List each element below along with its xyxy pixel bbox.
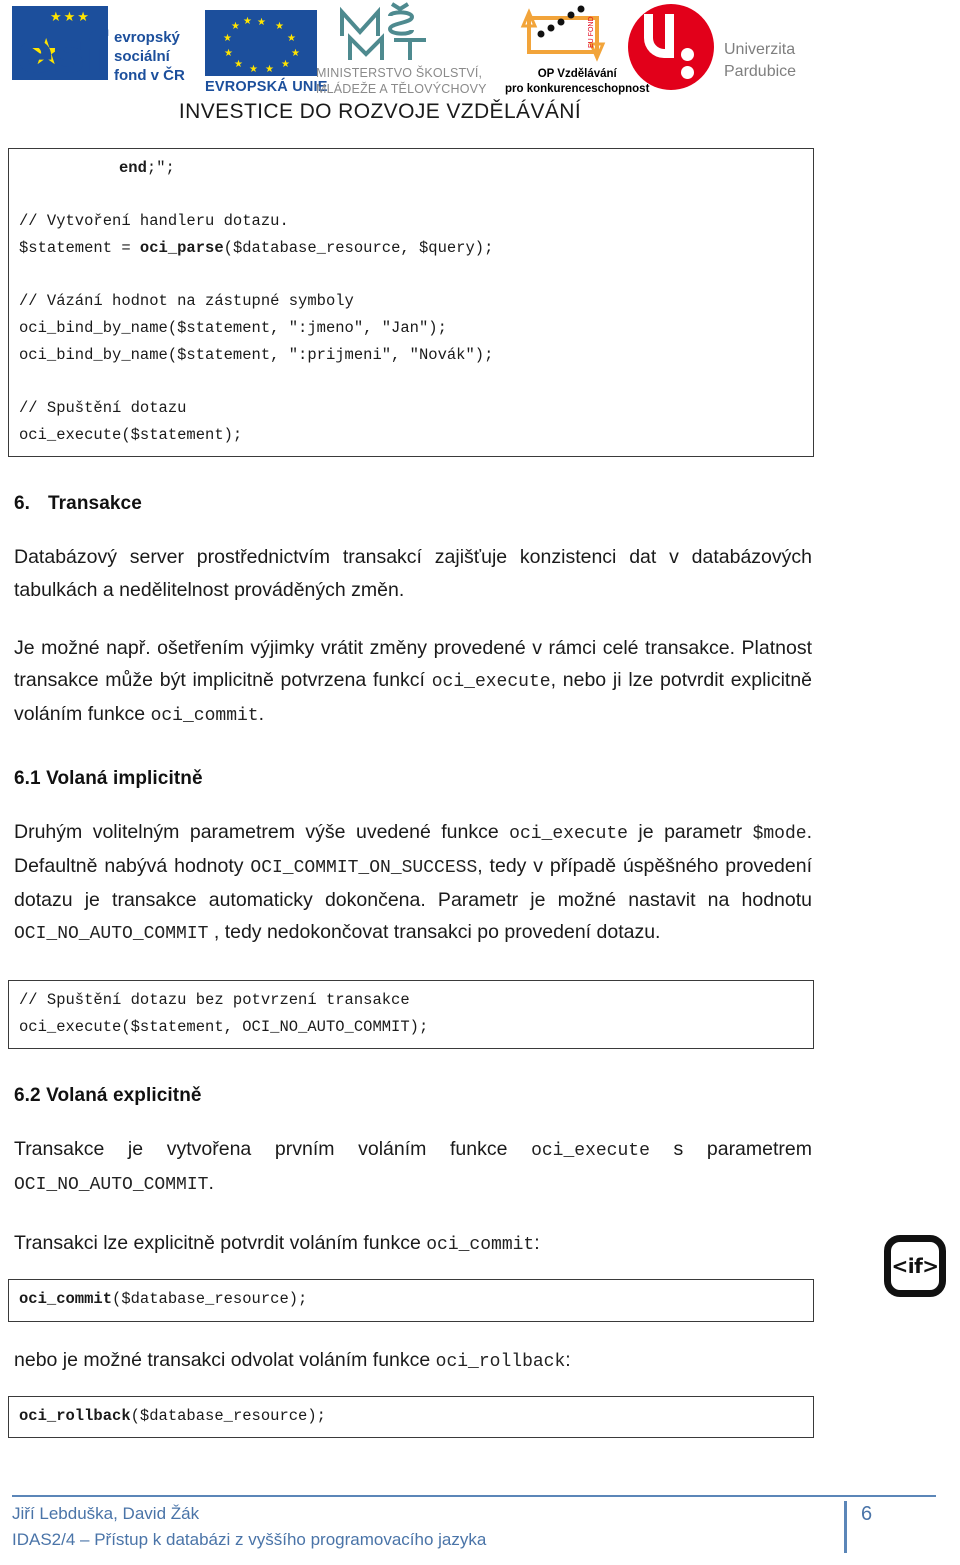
code1-parse-fn: oci_parse bbox=[139, 238, 224, 257]
code1-parse-args: ($database_resource, $query); bbox=[223, 238, 494, 257]
esf-flag: ★★★ ★ esf bbox=[12, 6, 108, 86]
s6-p2-code-oci-execute: oci_execute bbox=[431, 672, 551, 693]
code1-end-keyword: end bbox=[119, 159, 147, 177]
code1-end-rest: ;"; bbox=[146, 159, 175, 177]
s6-p2-code-oci-commit: oci_commit bbox=[150, 706, 259, 727]
footer-divider bbox=[12, 1495, 936, 1497]
eu-flag-logo: ★ ★ ★ ★ ★ ★ ★ ★ ★ ★ ★ ★ EVROPSKÁ UNIE bbox=[205, 10, 328, 95]
code1-parse-pre: $statement = bbox=[19, 238, 140, 257]
eu-flag: ★ ★ ★ ★ ★ ★ ★ ★ ★ ★ ★ ★ bbox=[205, 10, 317, 76]
section-6-heading: 6. Transakce bbox=[14, 493, 960, 515]
code-block-3: oci_commit($database_resource); bbox=[8, 1278, 814, 1322]
s62-commit-code: oci_commit bbox=[426, 1235, 535, 1256]
s62-b: s parametrem bbox=[649, 1138, 813, 1161]
msmt-mark bbox=[332, 2, 450, 64]
s61-code-commit-on-success: OCI_COMMIT_ON_SUCCESS bbox=[250, 857, 478, 878]
footer-authors: Jiří Lebduška, David Žák IDAS2/4 – Příst… bbox=[12, 1504, 487, 1549]
eu-star-circle: ★ ★ ★ ★ ★ ★ ★ ★ ★ ★ ★ ★ bbox=[223, 16, 300, 75]
code4-args: ($database_resource); bbox=[130, 1406, 326, 1425]
section-6-1-paragraph: Druhým volitelným parametrem výše uveden… bbox=[14, 816, 812, 950]
section-6-title: Transakce bbox=[48, 493, 142, 515]
s61-code-no-auto-commit: OCI_NO_AUTO_COMMIT bbox=[14, 924, 209, 945]
section-6-2-rollback-lead: nebo je možné transakci odvolat voláním … bbox=[14, 1344, 812, 1378]
upce-mark bbox=[628, 4, 714, 90]
esf-caption: evropský sociální fond v ČR bbox=[114, 29, 185, 85]
section-6-number: 6. bbox=[14, 493, 31, 515]
if-code-badge-icon: <if> bbox=[884, 1235, 946, 1297]
s62-commit-a: Transakci lze explicitně potvrdit volání… bbox=[14, 1232, 427, 1255]
section-6-paragraph-2: Je možné např. ošetřením výjimky vrátit … bbox=[14, 632, 812, 732]
section-6-2-heading: 6.2 Volaná explicitně bbox=[14, 1085, 202, 1107]
s62-a: Transakce je vytvořena prvním voláním fu… bbox=[14, 1138, 532, 1161]
footer-vertical-rule bbox=[844, 1501, 847, 1553]
esf-wordmark: esf bbox=[16, 21, 108, 86]
code1-comment-2: // Vázání hodnot na zástupné symboly bbox=[19, 292, 354, 311]
investice-tagline: INVESTICE DO ROZVOJE VZDĚLÁVÁNÍ bbox=[178, 100, 582, 123]
code1-bind-1: oci_bind_by_name($statement, ":jmeno", "… bbox=[19, 318, 447, 337]
header-logo-bar: ★★★ ★ esf evropský sociální fond v ČR ★ … bbox=[0, 0, 960, 138]
s62-rollback-a: nebo je možné transakci odvolat voláním … bbox=[14, 1348, 436, 1371]
s62-rollback-code: oci_rollback bbox=[435, 1351, 566, 1372]
s61-b: je parametr bbox=[627, 821, 753, 844]
msmt-logo: MINISTERSTVO ŠKOLSTVÍ, MLÁDEŽE A TĚLOVÝC… bbox=[316, 2, 487, 97]
s6-p2-c: . bbox=[258, 703, 265, 726]
code1-comment-1: // Vytvoření handleru dotazu. bbox=[19, 212, 289, 231]
s62-code-oci-execute: oci_execute bbox=[531, 1141, 650, 1162]
s62-commit-b: : bbox=[534, 1232, 540, 1255]
code4-fn: oci_rollback bbox=[19, 1406, 131, 1425]
msmt-caption: MINISTERSTVO ŠKOLSTVÍ, MLÁDEŽE A TĚLOVÝC… bbox=[316, 66, 487, 96]
upce-dot-bottom bbox=[681, 66, 694, 79]
code1-bind-2: oci_bind_by_name($statement, ":prijmeni"… bbox=[19, 345, 494, 364]
upce-dot-top bbox=[681, 48, 694, 61]
univerzita-pardubice-logo: Univerzita Pardubice bbox=[628, 4, 796, 90]
code-block-2: // Spuštění dotazu bez potvrzení transak… bbox=[8, 980, 814, 1050]
code3-fn: oci_commit bbox=[19, 1289, 113, 1308]
s61-code-mode: $mode bbox=[752, 824, 807, 845]
s61-code-oci-execute: oci_execute bbox=[509, 824, 628, 845]
document-body: end;"; // Vytvoření handleru dotazu. $st… bbox=[0, 148, 960, 1439]
s61-e: , tedy nedokončovat transakci po provede… bbox=[208, 921, 661, 944]
upce-u-bar bbox=[665, 14, 674, 58]
s62-code-no-auto-commit: OCI_NO_AUTO_COMMIT bbox=[14, 1175, 209, 1196]
s62-rollback-b: : bbox=[565, 1348, 571, 1371]
code-block-1: end;"; // Vytvoření handleru dotazu. $st… bbox=[8, 148, 814, 458]
code3-args: ($database_resource); bbox=[112, 1289, 308, 1308]
upce-caption: Univerzita Pardubice bbox=[724, 41, 797, 80]
section-6-2-commit-lead: Transakci lze explicitně potvrdit volání… bbox=[14, 1227, 812, 1261]
section-6-1-heading: 6.1 Volaná implicitně bbox=[14, 768, 203, 790]
s62-c: . bbox=[208, 1172, 214, 1195]
opvk-mark: EU FOND bbox=[505, 4, 625, 66]
code1-execute: oci_execute($statement); bbox=[19, 425, 243, 444]
section-6-paragraph-1: Databázový server prostřednictvím transa… bbox=[14, 546, 812, 601]
eu-caption: EVROPSKÁ UNIE bbox=[205, 79, 328, 95]
section-6-2-paragraph-1: Transakce je vytvořena prvním voláním fu… bbox=[14, 1133, 812, 1201]
code1-comment-3: // Spuštění dotazu bbox=[19, 398, 187, 417]
page-footer: Jiří Lebduška, David Žák IDAS2/4 – Příst… bbox=[12, 1495, 948, 1553]
code2-execute: oci_execute($statement, OCI_NO_AUTO_COMM… bbox=[19, 1017, 429, 1036]
s61-a: Druhým volitelným parametrem výše uveden… bbox=[14, 821, 510, 844]
esf-logo: ★★★ ★ esf evropský sociální fond v ČR bbox=[12, 6, 185, 86]
footer-page-number: 6 bbox=[861, 1503, 873, 1525]
code2-comment: // Spuštění dotazu bez potvrzení transak… bbox=[19, 991, 410, 1010]
code-block-4: oci_rollback($database_resource); bbox=[8, 1395, 814, 1439]
svg-text:EU FOND: EU FOND bbox=[588, 17, 595, 49]
